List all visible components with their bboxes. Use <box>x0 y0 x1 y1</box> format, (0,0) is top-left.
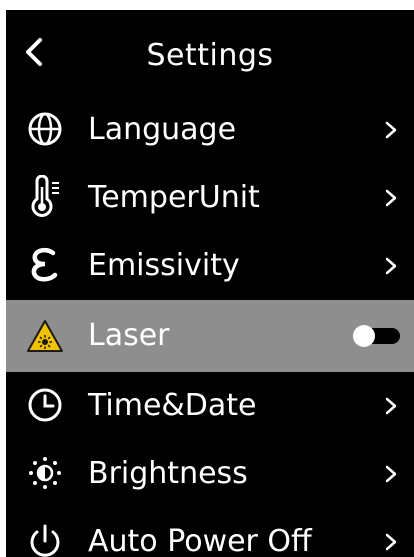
laser-warning-icon <box>22 313 68 359</box>
brightness-icon <box>22 450 68 496</box>
chevron-right-icon <box>385 257 397 275</box>
thermometer-icon <box>22 174 68 220</box>
menu-item-language[interactable]: Language <box>6 96 414 164</box>
menu-item-auto-power-off[interactable]: Auto Power Off <box>6 508 414 557</box>
chevron-right-icon <box>385 465 397 483</box>
chevron-right-icon <box>385 121 397 139</box>
menu-item-label: Time&Date <box>88 388 257 423</box>
header: Settings <box>6 10 414 100</box>
page-title: Settings <box>146 38 274 73</box>
menu-item-temperunit[interactable]: TemperUnit <box>6 164 414 232</box>
settings-screen: Settings Language TemperUnit Emissivity … <box>6 10 414 557</box>
globe-icon <box>22 106 68 152</box>
clock-icon <box>22 382 68 428</box>
menu-item-brightness[interactable]: Brightness <box>6 440 414 508</box>
menu-item-laser[interactable]: Laser <box>6 300 414 372</box>
menu-item-label: Laser <box>88 318 170 353</box>
menu-item-label: Language <box>88 112 237 147</box>
menu-item-label: TemperUnit <box>88 180 260 215</box>
menu-item-label: Brightness <box>88 456 248 491</box>
power-icon <box>22 518 68 557</box>
chevron-right-icon <box>385 533 397 551</box>
chevron-right-icon <box>385 189 397 207</box>
menu-item-label: Auto Power Off <box>88 524 312 557</box>
chevron-right-icon <box>385 397 397 415</box>
menu-item-label: Emissivity <box>88 248 240 283</box>
menu-item-emissivity[interactable]: Emissivity <box>6 232 414 300</box>
menu-item-time-date[interactable]: Time&Date <box>6 372 414 440</box>
epsilon-icon <box>22 242 68 288</box>
laser-toggle-switch[interactable] <box>350 322 404 350</box>
settings-list: Language TemperUnit Emissivity Laser Tim… <box>6 96 414 557</box>
